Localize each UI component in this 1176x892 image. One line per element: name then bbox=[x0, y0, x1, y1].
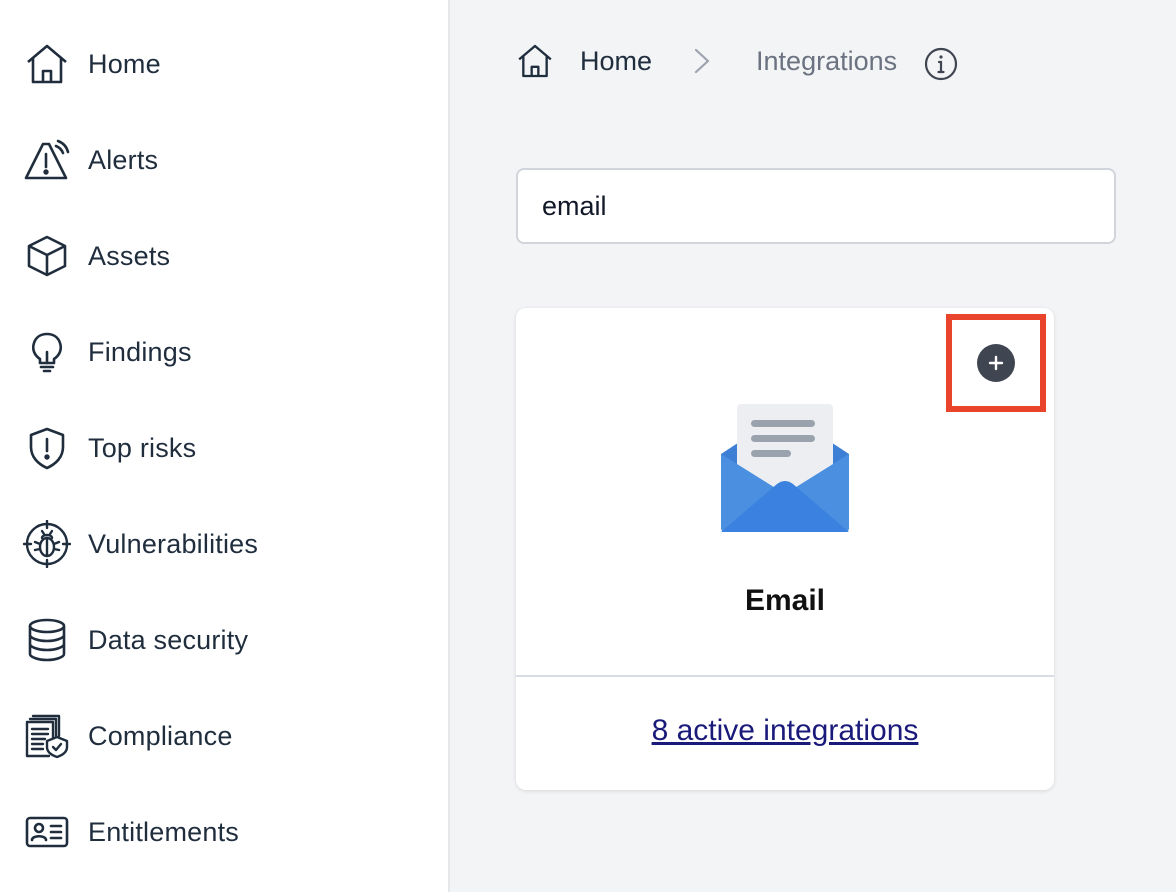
chevron-right-icon bbox=[692, 46, 712, 76]
sidebar-item-assets[interactable]: Assets bbox=[22, 228, 422, 284]
sidebar-item-label: Assets bbox=[88, 240, 171, 271]
sidebar-item-label: Data security bbox=[88, 624, 249, 655]
breadcrumb-home-link[interactable]: Home bbox=[580, 46, 652, 77]
sidebar-item-findings[interactable]: Findings bbox=[22, 324, 422, 380]
add-integration-button[interactable] bbox=[977, 344, 1015, 382]
breadcrumb-current: Integrations bbox=[756, 45, 898, 76]
sidebar-item-vulnerabilities[interactable]: Vulnerabilities bbox=[22, 516, 422, 572]
shield-exclamation-icon bbox=[22, 423, 72, 473]
sidebar-item-top-risks[interactable]: Top risks bbox=[22, 420, 422, 476]
sidebar-item-label: Vulnerabilities bbox=[88, 528, 259, 559]
home-icon[interactable] bbox=[514, 40, 556, 82]
plus-circle-icon bbox=[988, 355, 1004, 371]
active-integrations-link[interactable]: 8 active integrations bbox=[516, 714, 1054, 748]
app: Home Alerts Assets Findings Top risks Vu… bbox=[0, 0, 1176, 892]
database-icon bbox=[22, 615, 72, 665]
sidebar-item-label: Top risks bbox=[88, 432, 197, 463]
breadcrumb: Home Integrations bbox=[514, 38, 959, 84]
document-shield-icon bbox=[22, 711, 72, 761]
home-icon bbox=[22, 39, 72, 89]
info-icon[interactable] bbox=[923, 46, 959, 82]
sidebar-item-label: Entitlements bbox=[88, 816, 239, 847]
sidebar-item-label: Home bbox=[88, 48, 161, 79]
cube-icon bbox=[22, 231, 72, 281]
lightbulb-icon bbox=[22, 327, 72, 377]
search-input[interactable] bbox=[516, 168, 1116, 244]
alert-triangle-icon bbox=[22, 135, 72, 185]
sidebar-item-compliance[interactable]: Compliance bbox=[22, 708, 422, 764]
sidebar-item-label: Compliance bbox=[88, 720, 233, 751]
sidebar-item-home[interactable]: Home bbox=[22, 36, 422, 92]
email-envelope-icon bbox=[721, 404, 849, 532]
sidebar-item-data-security[interactable]: Data security bbox=[22, 612, 422, 668]
card-title: Email bbox=[744, 584, 826, 617]
sidebar-item-entitlements[interactable]: Entitlements bbox=[22, 804, 422, 860]
id-card-icon bbox=[22, 807, 72, 857]
sidebar-item-alerts[interactable]: Alerts bbox=[22, 132, 422, 188]
card-divider bbox=[516, 675, 1054, 677]
sidebar-item-label: Alerts bbox=[88, 144, 159, 175]
bug-target-icon bbox=[22, 519, 72, 569]
sidebar: Home Alerts Assets Findings Top risks Vu… bbox=[0, 0, 450, 892]
sidebar-item-label: Findings bbox=[88, 336, 192, 367]
integration-card-email[interactable]: Email 8 active integrations bbox=[516, 308, 1054, 790]
